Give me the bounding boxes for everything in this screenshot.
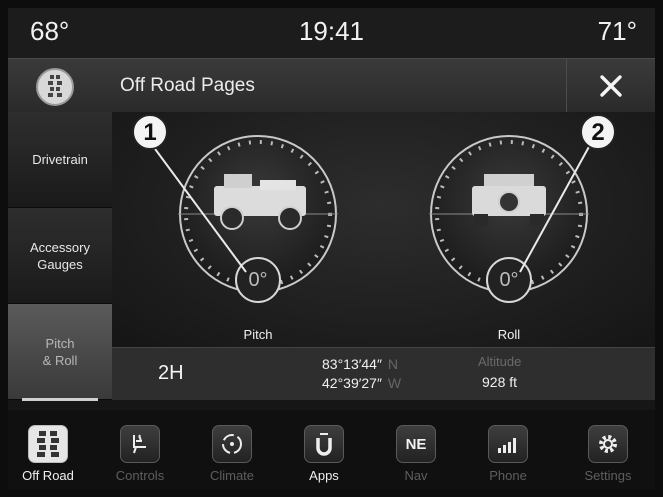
latitude-value: 83°13′44″ xyxy=(322,356,382,372)
nav-phone[interactable]: Phone xyxy=(468,410,548,489)
info-bar: 2H 83°13′44″ N 42°39′27″ W Altitude 928 ft xyxy=(112,347,655,400)
nav-label: Controls xyxy=(115,468,165,483)
nav-label: Climate xyxy=(209,468,255,483)
page-title: Off Road Pages xyxy=(120,75,255,96)
nav-apps[interactable]: Apps xyxy=(284,410,364,489)
callout-2: 2 xyxy=(591,119,605,146)
nav-label: Apps xyxy=(309,468,339,483)
nav-label: Off Road xyxy=(22,468,74,483)
outside-temp-right[interactable]: 71° xyxy=(598,16,637,47)
nav-off-road[interactable]: Off Road xyxy=(8,410,88,489)
uconnect-icon xyxy=(304,425,344,463)
sidebar-item-accessory-gauges[interactable]: Accessory Gauges xyxy=(8,208,112,304)
latitude-dir: N xyxy=(387,356,399,372)
signal-bars-icon xyxy=(488,425,528,463)
nav-climate[interactable]: Climate xyxy=(192,410,272,489)
altitude-label: Altitude xyxy=(478,354,522,369)
sidebar-item-drivetrain[interactable]: Drivetrain xyxy=(8,112,112,208)
climate-fan-icon xyxy=(212,425,252,463)
latitude: 83°13′44″ N xyxy=(322,356,398,372)
title-bar: Off Road Pages xyxy=(8,58,655,114)
clock: 19:41 xyxy=(298,16,365,46)
compass-icon: NE xyxy=(396,425,436,463)
roll-label: Roll xyxy=(497,327,521,342)
callout-1: 1 xyxy=(143,119,157,146)
longitude: 42°39′27″ W xyxy=(322,375,401,391)
drive-mode: 2H xyxy=(158,362,184,384)
sidebar-item-label: Accessory Gauges xyxy=(30,239,90,272)
side-menu: Drivetrain Accessory Gauges Pitch & Roll xyxy=(8,112,112,402)
sidebar-item-label: Drivetrain xyxy=(32,152,88,167)
nav-nav[interactable]: NE Nav xyxy=(376,410,456,489)
sidebar-item-pitch-roll[interactable]: Pitch & Roll xyxy=(8,304,112,401)
gear-icon xyxy=(588,425,628,463)
close-button[interactable] xyxy=(566,59,655,113)
nav-label: Settings xyxy=(584,468,632,483)
screen: 68° 19:41 71° Off Road Pages Drivetrain xyxy=(8,8,655,489)
pitch-value: 0° xyxy=(248,269,268,291)
nav-label: Nav xyxy=(404,468,428,483)
bottom-nav: Off Road Controls Climate Apps NE Nav Ph… xyxy=(8,410,655,489)
nav-controls[interactable]: Controls xyxy=(100,410,180,489)
pitch-label: Pitch xyxy=(243,327,273,342)
seat-heat-icon xyxy=(120,425,160,463)
pitch-roll-panel: 1 2 0° 0° Pitch Roll xyxy=(112,112,655,347)
close-icon[interactable] xyxy=(599,74,623,98)
tire-icon xyxy=(28,425,68,463)
sidebar-item-label: Pitch & Roll xyxy=(42,335,78,368)
roll-value: 0° xyxy=(499,269,519,291)
tire-tread-icon xyxy=(36,68,74,106)
status-bar: 68° 19:41 71° xyxy=(8,8,655,58)
altitude-value: 928 ft xyxy=(482,374,518,390)
longitude-value: 42°39′27″ xyxy=(322,375,382,391)
nav-label: Phone xyxy=(489,468,527,483)
nav-settings[interactable]: Settings xyxy=(568,410,648,489)
longitude-dir: W xyxy=(387,375,402,391)
